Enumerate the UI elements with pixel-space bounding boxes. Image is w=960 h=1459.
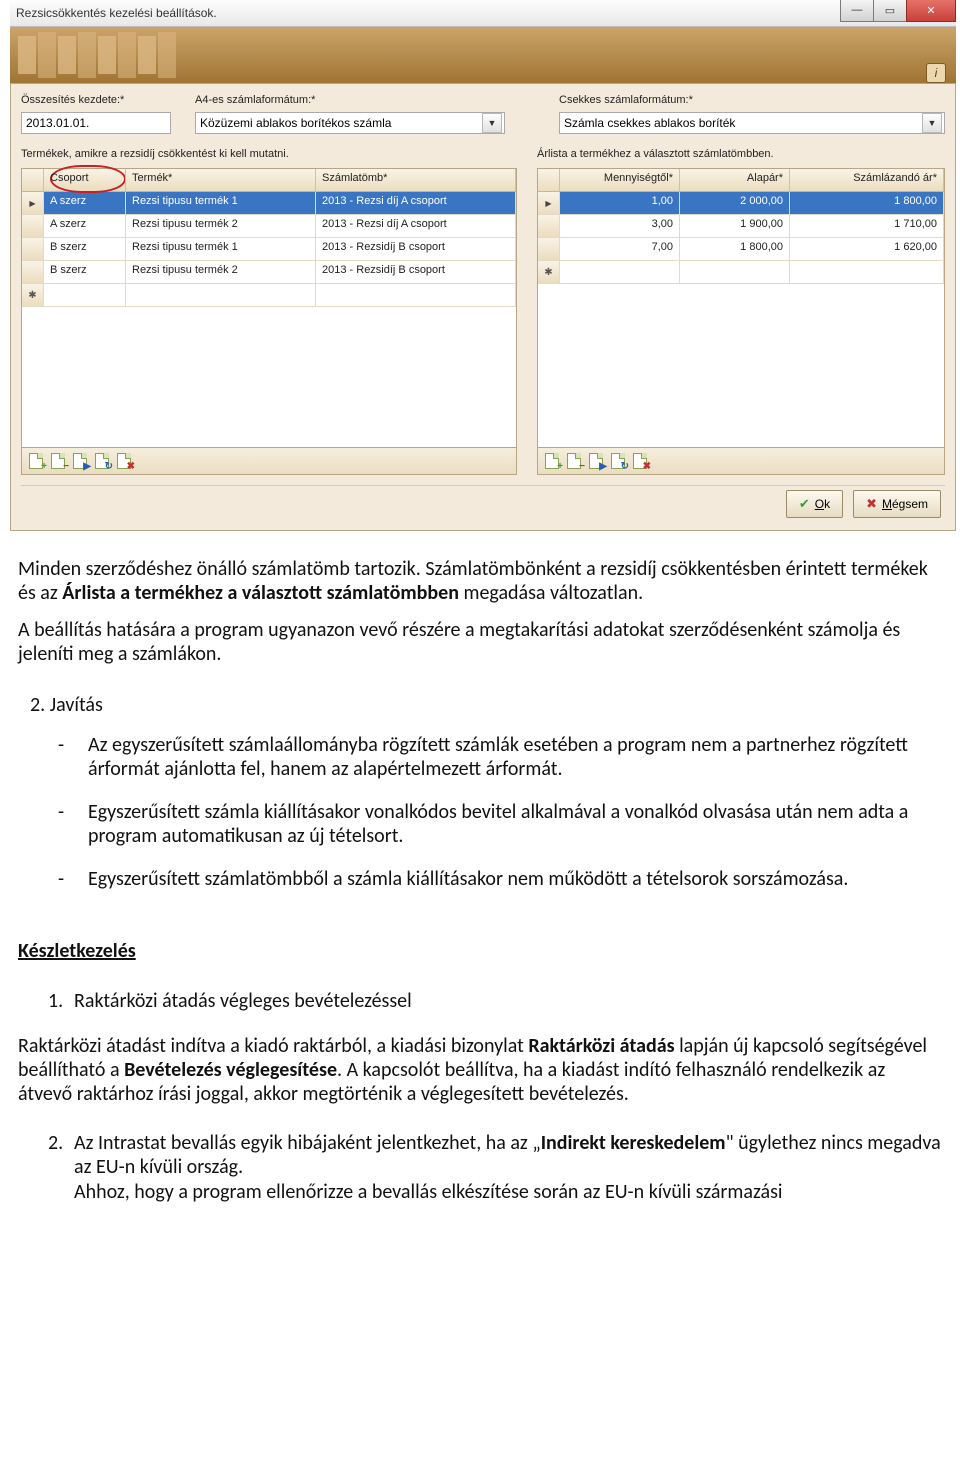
close-button[interactable]: ✕: [906, 0, 956, 22]
table-row-new[interactable]: [538, 261, 944, 284]
next-icon[interactable]: ▶: [72, 453, 88, 469]
x-icon: ✖: [866, 496, 877, 512]
col-szamlatomb[interactable]: Számlatömb*: [316, 169, 516, 191]
col-termek[interactable]: Termék*: [126, 169, 316, 191]
window-titlebar: Rezsicsökkentés kezelési beállítások. — …: [10, 0, 956, 27]
table-row[interactable]: B szerz Rezsi tipusu termék 2 2013 - Rez…: [22, 261, 516, 284]
document-body: Minden szerződéshez önálló számlatömb ta…: [0, 535, 960, 1204]
col-qty[interactable]: Mennyiségtől*: [560, 169, 680, 191]
delete-icon[interactable]: ✖: [116, 453, 132, 469]
products-grid[interactable]: Csoport Termék* Számlatömb* A szerz Rezs…: [21, 168, 517, 448]
window-title: Rezsicsökkentés kezelési beállítások.: [16, 6, 217, 20]
section-heading: Készletkezelés: [18, 939, 942, 963]
cancel-button[interactable]: ✖ Mégsem: [853, 490, 941, 518]
table-row[interactable]: 1,00 2 000,00 1 800,00: [538, 192, 944, 215]
pricelist-grid[interactable]: Mennyiségtől* Alapár* Számlázandó ár* 1,…: [537, 168, 945, 448]
col-csoport[interactable]: Csoport: [44, 169, 126, 191]
right-panel-caption: Árlista a termékhez a választott számlat…: [537, 148, 945, 160]
minimize-button[interactable]: —: [840, 0, 874, 22]
left-panel-caption: Termékek, amikre a rezsidíj csökkentést …: [21, 148, 517, 160]
add-icon[interactable]: +: [28, 453, 44, 469]
maximize-button[interactable]: ▭: [873, 0, 907, 22]
add-icon[interactable]: +: [544, 453, 560, 469]
header-strip: i: [10, 27, 956, 83]
start-date-label: Összesítés kezdete:*: [21, 94, 171, 106]
refresh-icon[interactable]: ↻: [94, 453, 110, 469]
a4-format-combo[interactable]: Közüzemi ablakos borítékos számla ▼: [195, 112, 505, 134]
info-icon[interactable]: i: [926, 63, 946, 83]
chevron-down-icon: ▼: [482, 113, 502, 133]
table-row-new[interactable]: [22, 284, 516, 307]
cheque-format-label: Csekkes számlaformátum:*: [559, 94, 945, 106]
left-grid-toolbar: + − ▶ ↻ ✖: [21, 448, 517, 475]
start-date-input[interactable]: 2013.01.01.: [21, 112, 171, 134]
table-row[interactable]: A szerz Rezsi tipusu termék 1 2013 - Rez…: [22, 192, 516, 215]
col-bill[interactable]: Számlázandó ár*: [790, 169, 944, 191]
a4-format-label: A4-es számlaformátum:*: [195, 94, 505, 106]
check-icon: ✔: [799, 496, 810, 512]
cheque-format-combo[interactable]: Számla csekkes ablakos boríték ▼: [559, 112, 945, 134]
remove-icon[interactable]: −: [50, 453, 66, 469]
next-icon[interactable]: ▶: [588, 453, 604, 469]
ok-button[interactable]: ✔ Ok: [786, 490, 843, 518]
col-base[interactable]: Alapár*: [680, 169, 790, 191]
table-row[interactable]: B szerz Rezsi tipusu termék 1 2013 - Rez…: [22, 238, 516, 261]
table-row[interactable]: A szerz Rezsi tipusu termék 2 2013 - Rez…: [22, 215, 516, 238]
remove-icon[interactable]: −: [566, 453, 582, 469]
delete-icon[interactable]: ✖: [632, 453, 648, 469]
right-grid-toolbar: + − ▶ ↻ ✖: [537, 448, 945, 475]
refresh-icon[interactable]: ↻: [610, 453, 626, 469]
chevron-down-icon: ▼: [922, 113, 942, 133]
table-row[interactable]: 7,00 1 800,00 1 620,00: [538, 238, 944, 261]
table-row[interactable]: 3,00 1 900,00 1 710,00: [538, 215, 944, 238]
